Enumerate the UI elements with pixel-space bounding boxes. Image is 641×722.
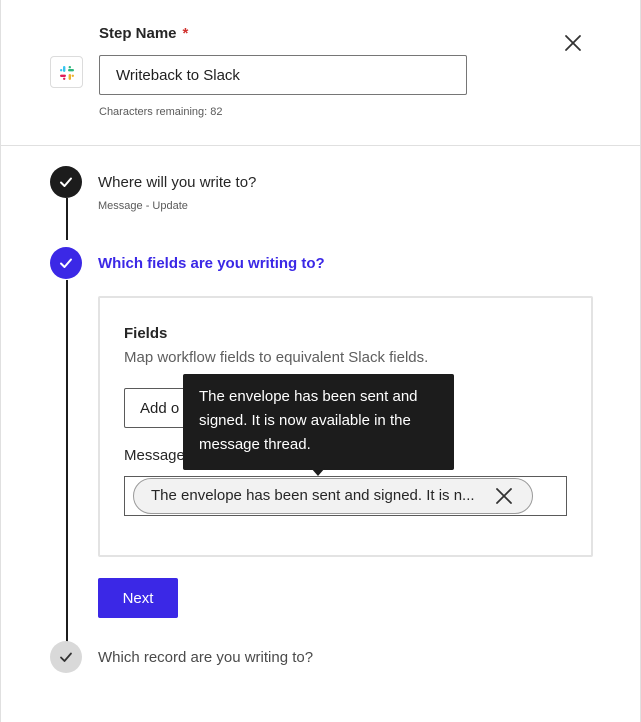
checkmark-icon [60, 177, 72, 187]
required-marker: * [182, 25, 189, 42]
writeback-step-panel: Step Name* Characters remaining: 82 Wher… [0, 0, 641, 722]
header-divider [1, 145, 641, 146]
close-icon [496, 488, 512, 504]
step-1-title[interactable]: Where will you write to? [98, 174, 256, 191]
close-button[interactable] [561, 31, 585, 55]
step-3-title[interactable]: Which record are you writing to? [98, 649, 313, 666]
step-2-title[interactable]: Which fields are you writing to? [98, 255, 325, 272]
checkmark-icon [60, 258, 72, 268]
message-pill-text: The envelope has been sent and signed. I… [151, 487, 475, 504]
remove-pill-button[interactable] [494, 486, 514, 506]
next-button[interactable]: Next [98, 578, 178, 618]
message-tooltip: The envelope has been sent and signed. I… [183, 374, 454, 470]
fields-title: Fields [124, 325, 168, 342]
step-name-label: Step Name * [99, 25, 189, 42]
step-name-input[interactable] [99, 55, 467, 95]
message-field-label: Message [124, 447, 185, 464]
close-icon [565, 35, 581, 51]
characters-remaining: Characters remaining: 82 [99, 106, 223, 118]
step-1-complete-indicator [50, 166, 82, 198]
step-1-summary: Message - Update [98, 200, 188, 212]
checkmark-icon [60, 652, 72, 662]
fields-description: Map workflow fields to equivalent Slack … [124, 349, 429, 366]
tooltip-arrow [311, 468, 325, 476]
slack-logo-icon [50, 56, 83, 88]
step-3-pending-indicator [50, 641, 82, 673]
stepper-connector [66, 280, 68, 642]
stepper-connector [66, 198, 68, 240]
step-2-active-indicator [50, 247, 82, 279]
